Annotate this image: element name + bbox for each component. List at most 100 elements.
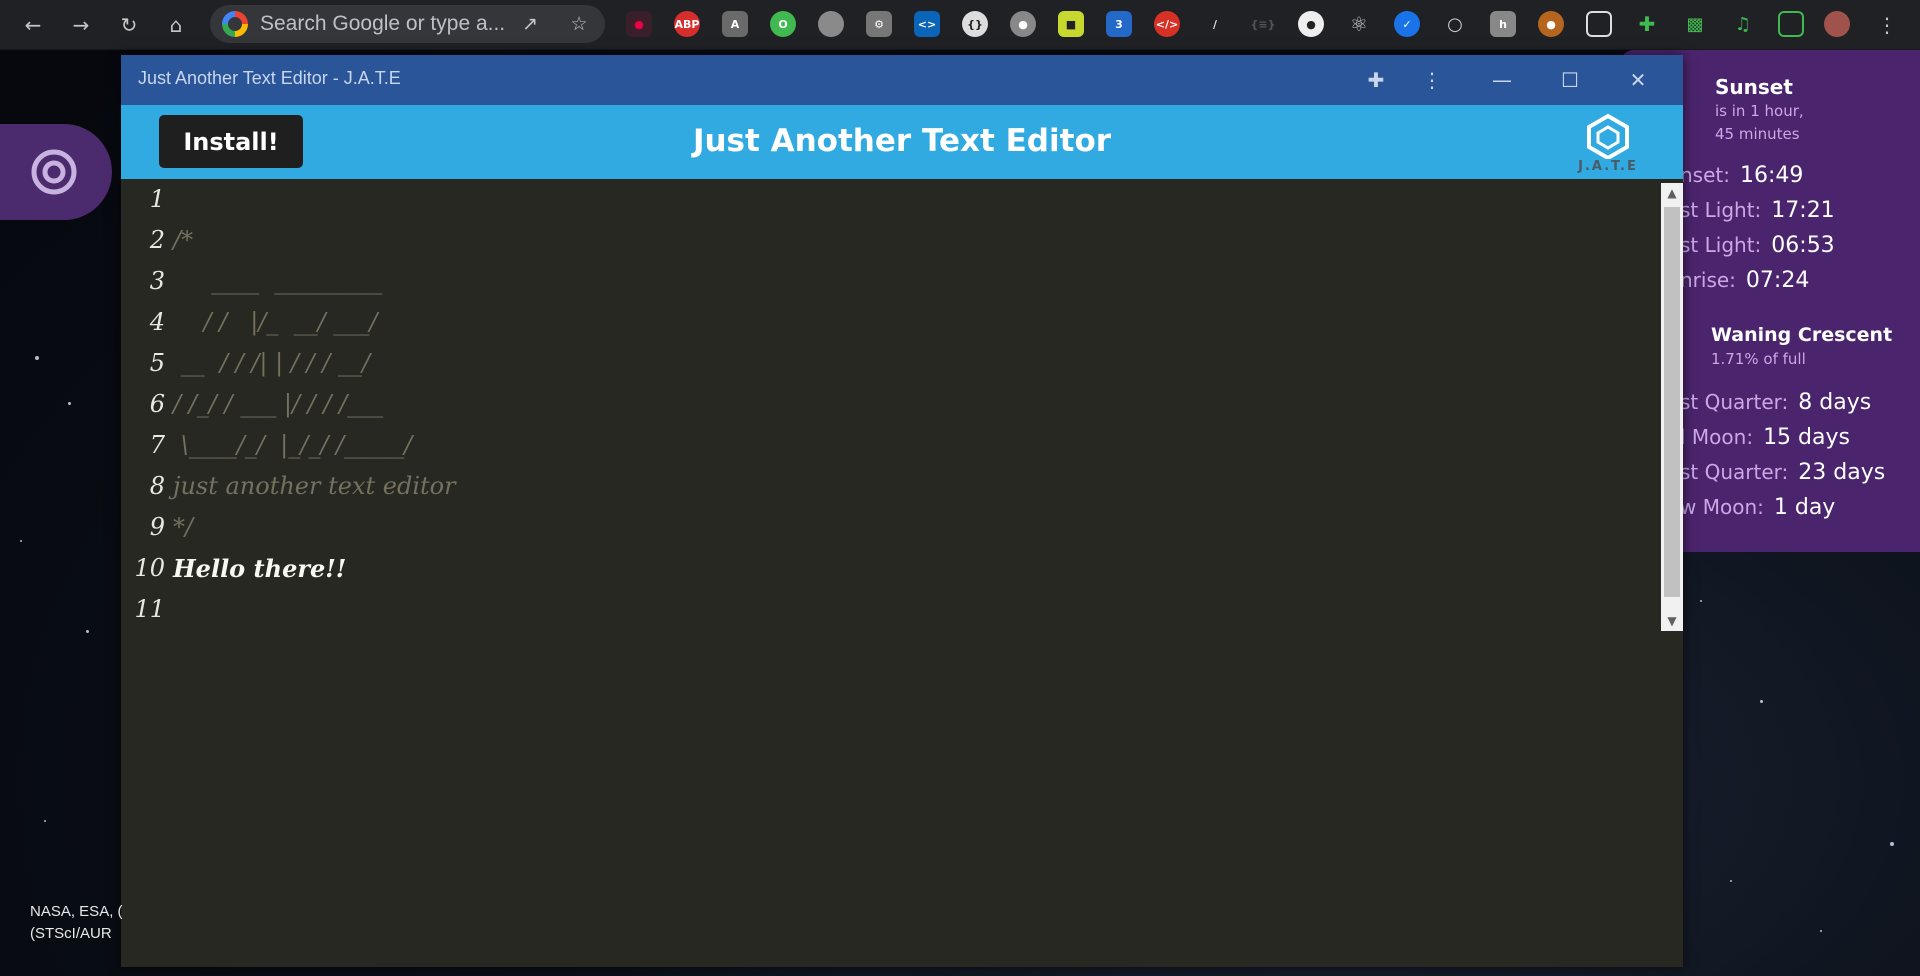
editor-line: 9 */ [121,507,1641,547]
line-text: / / |/_ __/ ___/ [173,308,378,336]
line-number: 1 [149,185,165,213]
line-number: 2 [149,226,165,254]
color-picker-icon[interactable]: ■ [1058,11,1084,37]
line-number: 10 [134,554,165,582]
extensions-puzzle-icon[interactable]: ✚ [1634,11,1660,37]
moon-title: Waning Crescent [1711,324,1893,346]
extension-icon[interactable]: </> [1154,11,1180,37]
eyedropper-icon[interactable]: ∕ [1202,11,1228,37]
extension-icon[interactable]: ● [1010,11,1036,37]
adblock-icon[interactable]: ABP [674,11,700,37]
editor-line: 4 / / |/_ __/ ___/ [121,302,1641,342]
browser-toolbar: ← → ↻ ⌂ Search Google or type a... ↗ ☆ ●… [0,0,1920,50]
moon-subtitle: 1.71% of full [1711,350,1806,368]
line-number: 6 [149,390,165,418]
extension-icon[interactable]: h [1490,11,1516,37]
close-icon[interactable]: ✕ [1621,65,1655,95]
extension-icon[interactable]: ● [1298,11,1324,37]
editor-line: 3 ____ _________ [121,261,1641,301]
background-credit: NASA, ESA, ( (STScI/AUR [30,903,123,942]
app-menu-icon[interactable]: ⋮ [1415,65,1449,95]
moon-row: st Quarter: 23 days [1680,460,1886,485]
extension-icon[interactable]: A [722,11,748,37]
extension-icon[interactable]: {≡} [1250,11,1276,37]
line-text: /* [173,226,194,254]
sun-subtitle-2: 45 minutes [1715,125,1800,143]
forward-icon[interactable]: → [66,10,96,40]
logo-cube-icon [1587,113,1629,161]
side-widget[interactable] [0,124,112,220]
google-icon [222,11,248,37]
editor-line: 8 just another text editor [121,466,1641,506]
sun-row: st Light: 17:21 [1680,198,1835,223]
sun-title: Sunset [1715,75,1793,99]
scroll-up-icon[interactable]: ▲ [1661,183,1683,203]
media-icon[interactable]: ♫ [1730,11,1756,37]
react-icon[interactable]: ⚛ [1346,11,1372,37]
scrollbar-thumb[interactable] [1664,207,1680,597]
json-icon[interactable]: {} [962,11,988,37]
spiral-icon [31,149,77,195]
extension-icon[interactable]: ● [626,11,652,37]
reload-icon[interactable]: ↻ [114,10,144,40]
install-button[interactable]: Install! [159,115,303,168]
maximize-icon[interactable]: ☐ [1553,65,1587,95]
cast-icon[interactable]: ▩ [1682,11,1708,37]
pdf-icon[interactable]: ⚙ [866,11,892,37]
menu-dots-icon[interactable]: ⋮ [1872,10,1902,40]
window-titlebar[interactable]: Just Another Text Editor - J.A.T.E ✚ ⋮ —… [121,55,1683,105]
vscode-icon[interactable]: <> [914,11,940,37]
app-window: Just Another Text Editor - J.A.T.E ✚ ⋮ —… [121,55,1683,967]
editor-line: 11 [121,589,1641,629]
line-text: */ [173,513,194,541]
sun-row: st Light: 06:53 [1680,233,1835,258]
moon-row: st Quarter: 8 days [1680,390,1872,415]
line-text: / /_/ / ___ |/ / / /___ [173,390,384,418]
moon-row: w Moon: 1 day [1680,495,1836,520]
window-title: Just Another Text Editor - J.A.T.E [138,68,401,88]
css-icon[interactable]: 3 [1106,11,1132,37]
scroll-down-icon[interactable]: ▼ [1661,611,1683,631]
back-icon[interactable]: ← [18,10,48,40]
line-number: 7 [149,431,165,459]
minimize-icon[interactable]: — [1485,65,1519,95]
omnibox[interactable]: Search Google or type a... ↗ ☆ [210,5,605,43]
line-number: 8 [149,472,165,500]
lightbulb-icon[interactable]: ○ [1442,11,1468,37]
omnibox-placeholder: Search Google or type a... [260,12,506,35]
editor-line: 5 __ / / /| | / / / __/ [121,343,1641,383]
editor-line: 10 Hello there!! [121,548,1641,588]
side-panel-icon[interactable] [1778,11,1804,37]
code-editor[interactable]: 1 2 /* 3 ____ _________ 4 / / |/_ __/ __… [121,179,1683,967]
cookie-icon[interactable]: ● [1538,11,1564,37]
extension-icon[interactable]: O [770,11,796,37]
line-number: 4 [149,308,165,336]
extension-icon[interactable] [818,11,844,37]
page-title: Just Another Text Editor [692,123,1112,159]
logo-text: J.A.T.E [1578,159,1638,174]
editor-line: 1 [121,179,1641,219]
editor-line: 2 /* [121,220,1641,260]
sun-row: nset: 16:49 [1680,163,1804,188]
line-text: __ / / /| | / / / __/ [173,349,371,377]
line-number: 5 [149,349,165,377]
avatar[interactable] [1824,11,1850,37]
app-logo: J.A.T.E [1573,113,1643,175]
app-header: Install! Just Another Text Editor J.A.T.… [121,105,1683,179]
sun-row: nrise: 07:24 [1680,268,1810,293]
sun-subtitle-1: is in 1 hour, [1715,102,1804,120]
line-number: 9 [149,513,165,541]
check-icon[interactable]: ✓ [1394,11,1420,37]
line-text: just another text editor [173,472,456,500]
home-icon[interactable]: ⌂ [161,10,191,40]
share-icon[interactable]: ↗ [517,11,543,37]
line-text: \____/_/ |_/_/ /_____/ [173,431,413,459]
editor-scrollbar[interactable]: ▲ ▼ [1661,183,1683,631]
extensions-puzzle-icon[interactable]: ✚ [1359,65,1393,95]
moon-row: l Moon: 15 days [1680,425,1850,450]
picture-in-picture-icon[interactable] [1586,11,1612,37]
editor-line: 7 \____/_/ |_/_/ /_____/ [121,425,1641,465]
line-text: Hello there!! [173,553,347,583]
line-text: ____ _________ [173,267,383,295]
bookmark-star-icon[interactable]: ☆ [566,11,592,37]
